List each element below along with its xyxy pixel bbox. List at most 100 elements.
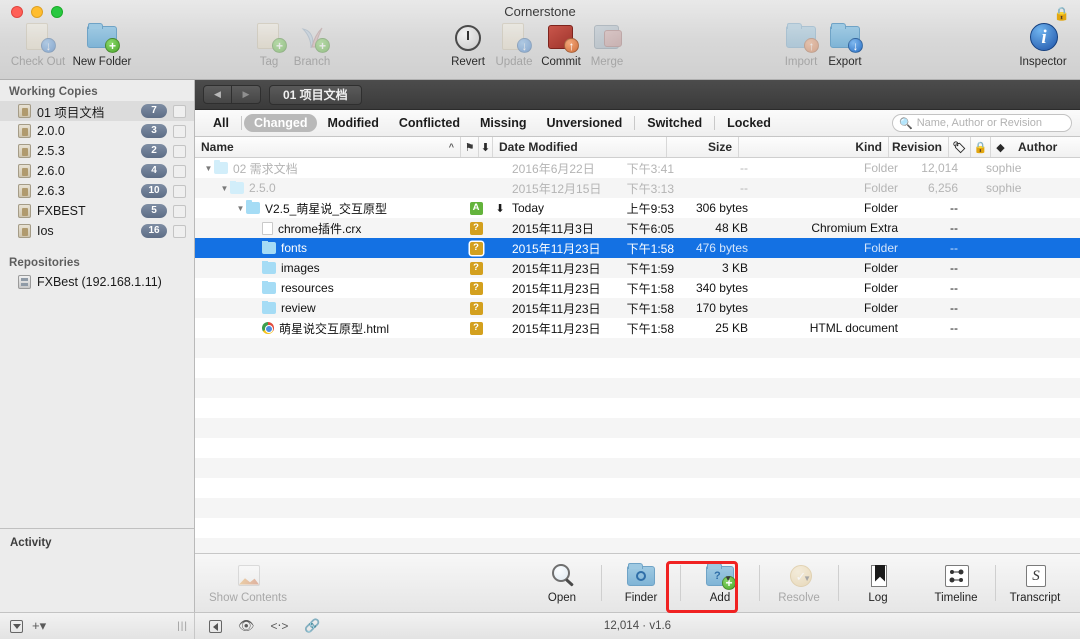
cell-time: 下午1:58 [626, 281, 674, 296]
cell-name: ▼ review [195, 301, 460, 315]
file-name-label: V2.5_萌星说_交互原型 [265, 201, 388, 216]
breadcrumb[interactable]: 01 项目文档 [269, 84, 362, 105]
action-bar: Show Contents Open Finder? + ▼ Add ✓ ▼ Resolve Lo… [195, 553, 1080, 612]
table-row[interactable]: ▼ resources? 2015年11月23日 下午1:58 340 bytes Fol… [195, 278, 1080, 298]
cell-time: 下午1:59 [626, 261, 674, 276]
sidebar-item-checkbox[interactable] [173, 224, 186, 238]
toolbar-label: Merge [590, 56, 624, 68]
search-input[interactable] [916, 117, 1065, 129]
filter-tab-modified[interactable]: Modified [317, 114, 388, 132]
working-copy-icon [18, 124, 31, 138]
cell-name: ▼ 2.5.0 [195, 181, 460, 195]
log-icon [863, 563, 893, 590]
toolbar-button-check-out[interactable]: ↓ Check Out [3, 20, 73, 68]
sidebar-item-checkbox[interactable] [173, 164, 186, 178]
sidebar-item-working-copy[interactable]: 01 项目文档 7 [0, 101, 194, 121]
toolbar-button-export[interactable]: ↓ Export [810, 20, 880, 68]
action-separator [838, 565, 839, 601]
chevron-down-icon[interactable]: ▼ [724, 574, 732, 583]
sidebar-item-working-copy[interactable]: 2.6.0 4 [0, 161, 194, 181]
sidebar-item-working-copy[interactable]: FXBEST 5 [0, 201, 194, 221]
tag-column-icon[interactable]: 🏷 [948, 137, 970, 157]
action-button-transcript[interactable]: S Transcript [1000, 563, 1070, 604]
action-button-timeline[interactable]: Timeline [921, 563, 991, 604]
table-row[interactable]: ▼ 萌星说交互原型.html? 2015年11月23日 下午1:58 25 KB HTML… [195, 318, 1080, 338]
add-plus-icon[interactable]: +▾ [32, 618, 46, 634]
finder-icon [626, 562, 656, 590]
status-bar: +▾ ||| 👁 <‧> 🔗 12,014 · v1.6 [0, 612, 1080, 639]
filter-tab-locked[interactable]: Locked [717, 114, 781, 132]
filter-tab-all[interactable]: All [203, 114, 239, 132]
cell-date: 2015年11月23日 [512, 281, 601, 296]
filter-tab-switched[interactable]: Switched [637, 114, 712, 132]
disclosure-triangle[interactable]: ▼ [219, 184, 230, 193]
action-button-resolve[interactable]: ✓ ▼ Resolve [764, 563, 834, 604]
sidebar-item-repository[interactable]: FXBest (192.168.1.11) [0, 272, 194, 292]
back-button[interactable]: ◀ [203, 85, 232, 104]
filter-tab-missing[interactable]: Missing [470, 114, 537, 132]
action-button-add[interactable]: ? + ▼ Add [685, 562, 755, 604]
sidebar-item-working-copy[interactable]: 2.0.0 3 [0, 121, 194, 141]
table-row[interactable]: ▼ V2.5_萌星说_交互原型 A ⬇ Today 上午9:53 306 bytes Fold… [195, 198, 1080, 218]
table-row[interactable]: ▼ fonts? 2015年11月23日 下午1:58 476 bytes Folder -… [195, 238, 1080, 258]
filter-tab-unversioned[interactable]: Unversioned [537, 114, 633, 132]
action-label: Log [868, 591, 888, 604]
table-row[interactable]: ▼ 02 需求文档 2016年6月22日 下午3:41 -- Folder 12,014 so… [195, 158, 1080, 178]
action-items: Show Contents Open Finder? + ▼ Add ✓ ▼ Resolve Lo… [201, 562, 1074, 604]
sidebar-item-checkbox[interactable] [173, 124, 186, 138]
export-icon: ↓ [826, 20, 864, 54]
file-name-label: fonts [281, 241, 308, 255]
action-button-show-contents[interactable]: Show Contents [209, 563, 287, 604]
column-header-date-modified[interactable]: Date Modified [492, 137, 666, 157]
disclosure-triangle[interactable]: ▼ [203, 164, 214, 173]
toolbar-button-merge[interactable]: Merge [572, 20, 642, 68]
action-button-open[interactable]: Open [527, 563, 597, 604]
toolbar-label: New Folder [72, 56, 132, 68]
cell-revision: -- [950, 261, 958, 275]
sidebar-item-checkbox[interactable] [173, 104, 186, 118]
layers-column-icon[interactable]: ◆ [990, 137, 1010, 157]
status-badge: ? [469, 281, 483, 295]
sidebar-item-checkbox[interactable] [173, 144, 186, 158]
filter-tab-changed[interactable]: Changed [243, 114, 318, 132]
working-copy-icon [18, 164, 31, 178]
action-button-log[interactable]: Log [843, 563, 913, 604]
toolbar-button-new-folder[interactable]: + New Folder [67, 20, 137, 68]
column-header-size[interactable]: Size [666, 137, 738, 157]
table-row[interactable]: ▼ review? 2015年11月23日 下午1:58 170 bytes Folder… [195, 298, 1080, 318]
file-rows: ▼ 02 需求文档 2016年6月22日 下午3:41 -- Folder 12,014 so… [195, 158, 1080, 338]
sidebar-item-working-copy[interactable]: 2.6.3 10 [0, 181, 194, 201]
download-arrow-icon[interactable]: ⬇ [478, 137, 492, 157]
lock-column-icon[interactable]: 🔒 [970, 137, 990, 157]
action-button-finder[interactable]: Finder [606, 562, 676, 604]
column-header-revision[interactable]: Revision [888, 137, 948, 157]
sidebar-activity-header: Activity [10, 537, 52, 549]
sidebar-resize-grip[interactable]: ||| [177, 621, 188, 632]
chevron-down-icon[interactable]: ▼ [803, 574, 811, 583]
sort-ascending-icon: ^ [448, 142, 454, 152]
sidebar-item-label: FXBest (192.168.1.11) [37, 275, 162, 289]
disclosure-triangle[interactable]: ▼ [235, 204, 246, 213]
table-row[interactable]: ▼ 2.5.0 2015年12月15日 下午3:13 -- Folder 6,256 soph… [195, 178, 1080, 198]
toolbar-button-branch[interactable]: + Branch [277, 20, 347, 68]
table-row[interactable]: ▼ chrome插件.crx? 2015年11月3日 下午6:05 48 KB Chrom… [195, 218, 1080, 238]
column-header-name[interactable]: Name ^ [195, 137, 460, 157]
forward-button[interactable]: ▶ [232, 85, 261, 104]
toolbar-label: Check Out [10, 56, 66, 68]
column-header-kind[interactable]: Kind [738, 137, 888, 157]
cell-name: ▼ resources [195, 281, 460, 295]
cell-time: 下午1:58 [626, 321, 674, 336]
sidebar-item-working-copy[interactable]: Ios 16 [0, 221, 194, 241]
filter-dropdown-icon[interactable] [10, 619, 23, 633]
sidebar-item-checkbox[interactable] [173, 204, 186, 218]
table-row[interactable]: ▼ images? 2015年11月23日 下午1:59 3 KB Folder -- [195, 258, 1080, 278]
column-header-author[interactable]: Author [1010, 137, 1080, 157]
file-list[interactable]: ▼ 02 需求文档 2016年6月22日 下午3:41 -- Folder 12,014 so… [195, 158, 1080, 553]
flag-icon[interactable]: ⚑ [460, 137, 478, 157]
sidebar-item-working-copy[interactable]: 2.5.3 2 [0, 141, 194, 161]
sidebar: Working Copies 01 项目文档 7 2.0.0 3 2.5.3 2 2.6.0… [0, 80, 195, 612]
search-box[interactable]: 🔍 [892, 114, 1072, 132]
filter-tab-conflicted[interactable]: Conflicted [389, 114, 470, 132]
sidebar-item-checkbox[interactable] [173, 184, 186, 198]
toolbar-button-inspector[interactable]: i Inspector [1008, 20, 1078, 68]
